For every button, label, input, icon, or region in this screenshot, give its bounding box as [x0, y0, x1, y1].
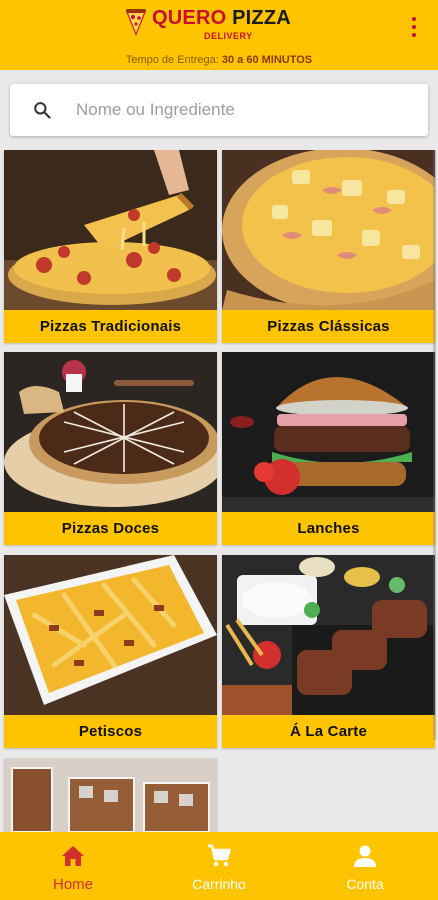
nav-account[interactable]: Conta — [292, 832, 438, 900]
delivery-time: 30 a 60 MINUTOS — [221, 54, 313, 66]
category-card-pizzas-tradicionais[interactable]: Pizzas Tradicionais — [4, 150, 217, 343]
category-card-pizzas-classicas[interactable]: Pizzas Clássicas — [222, 150, 435, 343]
category-label: Petiscos — [4, 716, 217, 748]
search-icon — [34, 102, 51, 119]
pizza-slice-icon — [126, 9, 146, 36]
category-label: Lanches — [222, 513, 435, 545]
category-card-drinks[interactable] — [4, 758, 217, 832]
category-image — [222, 352, 435, 512]
category-card-petiscos[interactable]: Petiscos — [4, 555, 217, 748]
category-card-a-la-carte[interactable]: Á La Carte — [222, 555, 435, 748]
category-image — [222, 150, 435, 310]
category-label: Á La Carte — [222, 716, 435, 748]
category-label: Pizzas Clássicas — [222, 311, 435, 343]
category-label: Pizzas Tradicionais — [4, 311, 217, 343]
category-image — [4, 352, 217, 512]
delivery-label: Tempo de Entrega: — [125, 54, 219, 66]
nav-label: Carrinho — [192, 876, 246, 892]
app-header: QUERO PIZZA DELIVERY Tempo de Entrega: 3… — [0, 0, 438, 70]
category-label: Pizzas Doces — [4, 513, 217, 545]
brand-word-1: QUERO — [152, 7, 227, 29]
search-bar[interactable] — [10, 84, 428, 136]
cart-icon — [208, 844, 231, 867]
category-image — [4, 150, 217, 310]
category-image — [4, 758, 217, 832]
bottom-navigation: Home Carrinho Conta — [0, 832, 438, 900]
category-image — [222, 555, 435, 715]
nav-label: Conta — [346, 876, 384, 892]
brand-name: QUERO PIZZA — [152, 8, 291, 28]
scrollbar[interactable] — [433, 150, 436, 740]
brand-subtitle: DELIVERY — [204, 31, 253, 41]
category-card-pizzas-doces[interactable]: Pizzas Doces — [4, 352, 217, 545]
category-image — [4, 555, 217, 715]
nav-home[interactable]: Home — [0, 832, 146, 900]
nav-cart[interactable]: Carrinho — [146, 832, 292, 900]
person-icon — [354, 845, 376, 867]
brand-word-2: PIZZA — [232, 7, 291, 29]
more-vert-icon — [412, 17, 416, 21]
home-icon — [62, 846, 84, 866]
brand-logo: QUERO PIZZA DELIVERY — [124, 8, 291, 44]
nav-label: Home — [52, 876, 93, 893]
search-input[interactable] — [76, 92, 406, 128]
category-card-lanches[interactable]: Lanches — [222, 352, 435, 545]
more-options-button[interactable] — [404, 14, 424, 40]
delivery-time-info: Tempo de Entrega: 30 a 60 MINUTOS — [0, 54, 438, 66]
